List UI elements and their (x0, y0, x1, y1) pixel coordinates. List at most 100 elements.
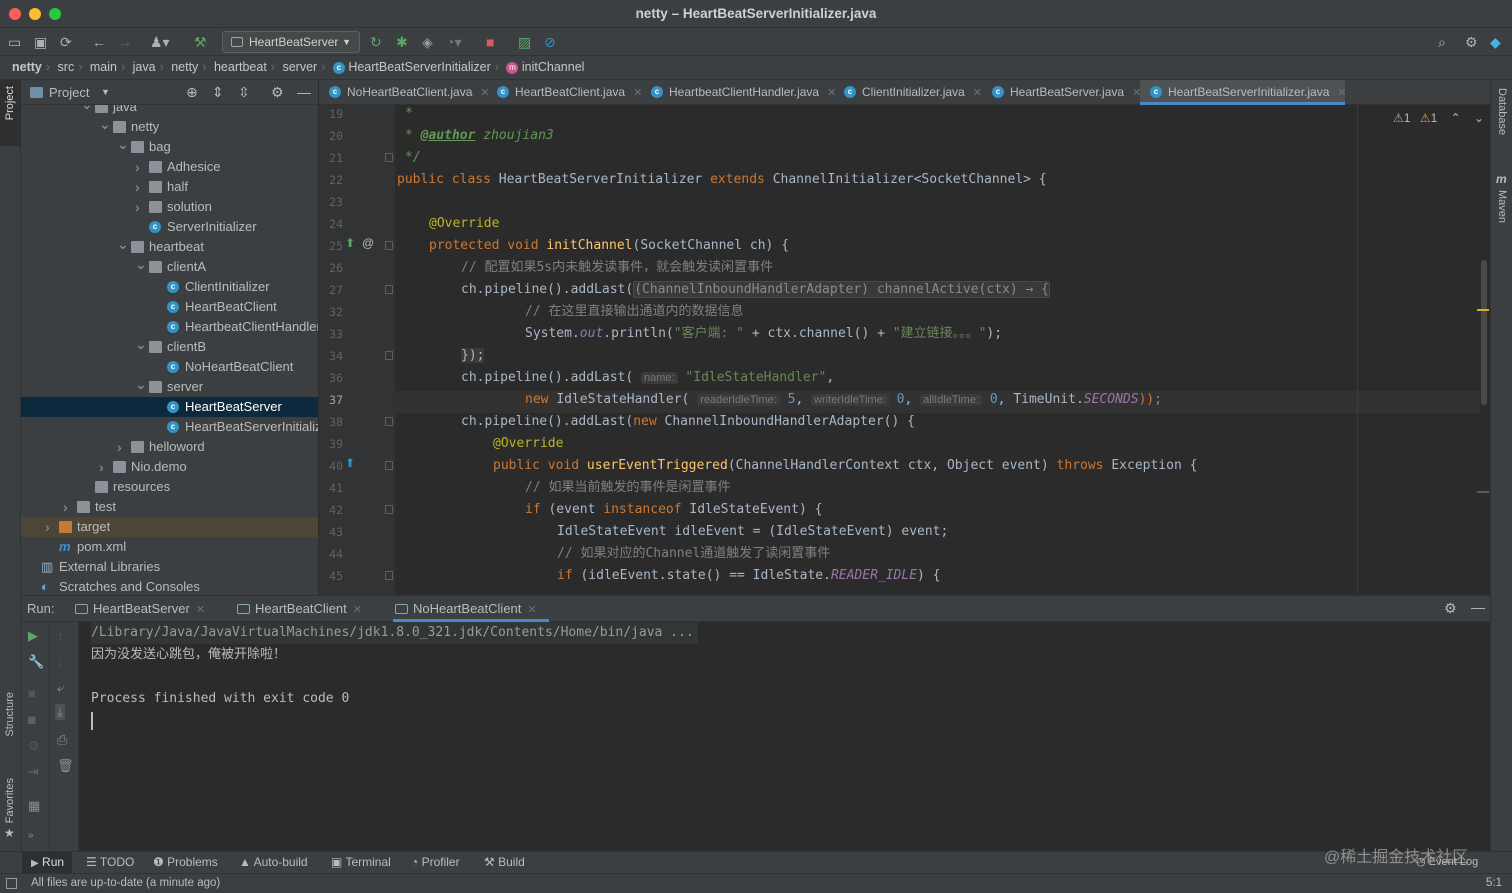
chevron-down-icon[interactable]: ⌄ (81, 105, 93, 114)
breadcrumb-item[interactable]: netty (12, 60, 42, 74)
tree-item[interactable]: c ClientInitializer (21, 277, 318, 297)
collapse-all-icon[interactable]: ⇳ (238, 80, 250, 105)
profile-icon[interactable]: ◔▾ (446, 33, 461, 51)
tree-item[interactable]: ⌄ bag (21, 136, 318, 157)
close-icon[interactable]: ✕ (353, 604, 362, 616)
camera-icon[interactable]: ◙ (28, 712, 36, 727)
structure-tool-button[interactable]: Structure (0, 688, 21, 768)
layout-icon[interactable]: ▦ (28, 798, 40, 814)
back-arrow-icon[interactable]: ← (92, 33, 106, 51)
diagram-icon[interactable]: ▨ (518, 33, 531, 51)
next-highlight-icon[interactable]: ⌄ (1474, 111, 1484, 125)
chevron-right-icon[interactable]: › (135, 157, 140, 177)
chevron-right-icon[interactable]: › (99, 457, 104, 477)
toolbox-icon[interactable]: ◆ (1490, 33, 1501, 51)
tree-item[interactable]: ⌄ clientB (21, 334, 318, 357)
override-marker-icon[interactable]: ⬆ (345, 236, 355, 250)
fold-icon[interactable] (385, 417, 393, 426)
run-tab-noheartbeatclient[interactable]: NoHeartBeatClient ✕ (393, 596, 549, 622)
run-configuration-select[interactable]: HeartBeatServer ▼ (222, 31, 360, 53)
build-hammer-icon[interactable]: ⚒ (194, 33, 207, 51)
chevron-right-icon[interactable]: › (63, 497, 68, 517)
more-icon[interactable]: » (28, 830, 34, 841)
debug-bug-icon[interactable]: ✱ (396, 33, 408, 51)
tab-heartbeatclienthandler[interactable]: c HeartbeatClientHandler.java ✕ (641, 80, 836, 105)
console-output[interactable]: /Library/Java/JavaVirtualMachines/jdk1.8… (79, 622, 1490, 851)
chevron-down-icon[interactable]: ⌄ (135, 374, 147, 394)
tree-item[interactable]: › test (21, 497, 318, 517)
sync-icon[interactable]: ⟳ (60, 33, 72, 51)
tab-noheartbeatclient[interactable]: c NoHeartBeatClient.java ✕ (319, 80, 490, 105)
close-window-button[interactable] (9, 8, 21, 20)
tree-item[interactable]: ⌄ server (21, 374, 318, 397)
close-icon[interactable]: ✕ (973, 87, 982, 99)
tree-item[interactable]: c HeartBeatServerInitializ (21, 417, 318, 437)
open-folder-icon[interactable]: ▭ (8, 33, 21, 51)
run-tool-button[interactable]: ▶ Run (22, 852, 72, 873)
breadcrumb-item[interactable]: server (282, 60, 317, 74)
trash-icon[interactable]: 🗑 (57, 758, 74, 774)
previous-highlight-icon[interactable]: ⌃ (1451, 111, 1461, 125)
favorites-tool-button[interactable]: Favorites ★ (0, 774, 21, 844)
chevron-right-icon[interactable]: › (117, 437, 122, 457)
minimize-window-button[interactable] (29, 8, 41, 20)
stop-icon[interactable]: ■ (486, 33, 494, 51)
tree-item[interactable]: › Adhesice (21, 157, 318, 177)
close-icon[interactable]: ✕ (527, 604, 536, 616)
tab-heartbeatserver[interactable]: c HeartBeatServer.java ✕ (982, 80, 1141, 105)
tree-item[interactable]: c HeartbeatClientHandler (21, 317, 318, 337)
print-icon[interactable]: ⎙ (57, 732, 67, 748)
project-view-selector[interactable]: Project (49, 80, 89, 105)
coverage-icon[interactable]: ◈ (422, 33, 433, 51)
fold-icon[interactable] (385, 571, 393, 580)
tree-item[interactable]: ⌄ heartbeat (21, 236, 318, 257)
maven-tool-button[interactable]: m Maven (1491, 172, 1512, 232)
tree-item[interactable]: resources (21, 477, 318, 497)
fold-icon[interactable] (385, 505, 393, 514)
disable-icon[interactable]: ⊘ (544, 33, 556, 51)
profiler-tool-button[interactable]: ◔ Profiler (411, 852, 460, 873)
stop-icon[interactable]: ■ (28, 686, 36, 701)
inspection-widget[interactable]: ⚠1 ⚠1 ⌃ ⌄ (1393, 111, 1484, 125)
problems-tool-button[interactable]: ❶ Problems (153, 852, 218, 873)
breadcrumb-item[interactable]: HeartBeatServerInitializer (348, 60, 490, 74)
fold-icon[interactable] (385, 241, 393, 250)
zoom-window-button[interactable] (49, 8, 61, 20)
tab-clientinitializer[interactable]: c ClientInitializer.java ✕ (834, 80, 982, 105)
rerun-play-icon[interactable]: ▶ (28, 628, 38, 644)
tree-item[interactable]: › half (21, 177, 318, 197)
tree-item[interactable]: › helloword (21, 437, 318, 457)
breadcrumb-item[interactable]: main (90, 60, 117, 74)
folded-code-region[interactable]: (ChannelInboundHandlerAdapter) channelAc… (633, 281, 1051, 298)
hide-panel-icon[interactable]: — (297, 80, 311, 105)
scroll-to-end-icon[interactable]: ⤓ (55, 704, 65, 720)
tree-item[interactable]: ⌄ netty (21, 116, 318, 137)
breadcrumb-item[interactable]: src (58, 60, 75, 74)
tree-item[interactable]: ⌄ clientA (21, 256, 318, 277)
fold-icon[interactable] (385, 153, 393, 162)
search-icon[interactable]: ⌕ (1438, 33, 1446, 51)
tree-item[interactable]: c HeartBeatServer (21, 397, 318, 417)
annotation-marker-icon[interactable]: @ (362, 236, 374, 250)
run-settings-gear-icon[interactable]: ⚙ (1444, 600, 1457, 617)
breadcrumb-item[interactable]: heartbeat (214, 60, 267, 74)
build-tool-button[interactable]: ⚒ Build (484, 852, 525, 873)
gear-icon[interactable]: ⚙ (28, 738, 40, 754)
fold-icon[interactable] (385, 285, 393, 294)
locate-target-icon[interactable]: ⊕ (186, 80, 198, 105)
tree-item[interactable]: ◐ Scratches and Consoles (21, 577, 318, 595)
settings-gear-icon[interactable]: ⚙ (1465, 33, 1478, 51)
warning-marker[interactable] (1477, 309, 1489, 311)
expand-all-icon[interactable]: ⇕ (212, 80, 224, 105)
hide-run-panel-icon[interactable]: — (1471, 599, 1485, 615)
chevron-down-icon[interactable]: ⌄ (135, 334, 147, 354)
breadcrumb-item[interactable]: initChannel (522, 60, 585, 74)
close-icon[interactable]: ✕ (196, 604, 205, 616)
rerun-icon[interactable]: ↻ (370, 33, 382, 51)
fold-icon[interactable] (385, 461, 393, 470)
tree-item[interactable]: c HeartBeatClient (21, 297, 318, 317)
code-editor[interactable]: ⚠1 ⚠1 ⌃ ⌄ * * @author zhoujian3 */ publi… (395, 105, 1490, 595)
fold-icon[interactable] (385, 351, 393, 360)
tree-item[interactable]: › Nio.demo (21, 457, 318, 477)
terminal-tool-button[interactable]: ▣ Terminal (331, 852, 391, 873)
